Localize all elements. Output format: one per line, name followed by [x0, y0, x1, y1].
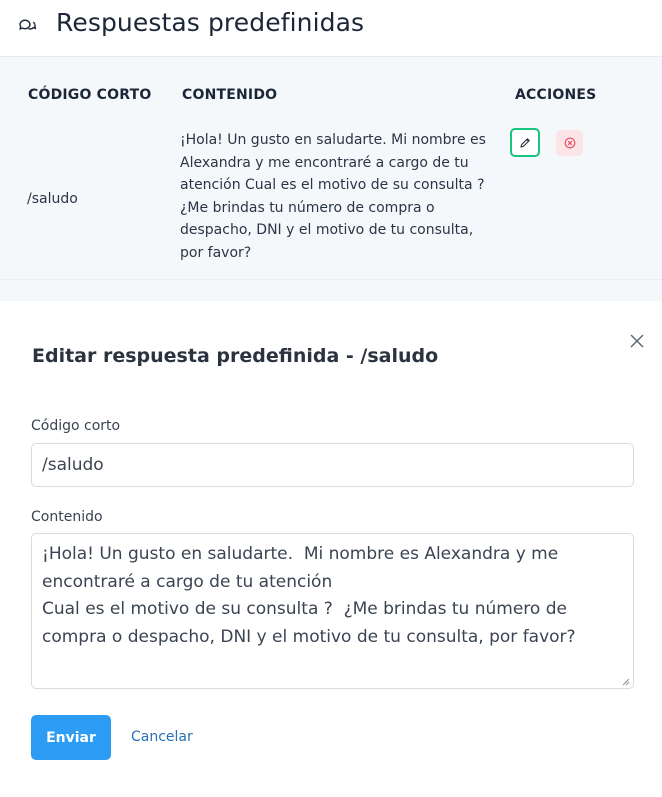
code-input[interactable]: [31, 443, 634, 487]
column-header-code: CÓDIGO CORTO: [28, 87, 152, 103]
column-header-content: CONTENIDO: [182, 87, 278, 103]
content-textarea[interactable]: ¡Hola! Un gusto en saludarte. Mi nombre …: [31, 533, 634, 689]
modal-title: Editar respuesta predefinida - /saludo: [32, 345, 439, 367]
resize-grip-icon[interactable]: [620, 676, 630, 686]
content-line: Alexandra y me encontraré a cargo de tu: [180, 154, 469, 171]
page-header: Respuestas predefinidas: [0, 0, 662, 57]
x-circle-icon: [564, 137, 575, 149]
row-content-cell: ¡Hola! Un gusto en saludarte. Mi nombre …: [180, 129, 500, 264]
code-label: Código corto: [31, 418, 121, 434]
content-label: Contenido: [31, 509, 103, 525]
close-icon[interactable]: [628, 332, 646, 350]
edit-modal: Editar respuesta predefinida - /saludo C…: [0, 301, 662, 797]
content-line: atención Cual es el motivo de su consult…: [180, 177, 485, 193]
row-divider: [0, 279, 662, 280]
delete-button[interactable]: [556, 130, 583, 156]
edit-button[interactable]: [510, 128, 540, 157]
content-line: por favor?: [180, 244, 252, 261]
column-header-actions: ACCIONES: [515, 87, 597, 103]
content-line: despacho, DNI y el motivo de tu consulta…: [180, 222, 474, 238]
submit-button[interactable]: Enviar: [31, 715, 111, 760]
responses-table: CÓDIGO CORTO CONTENIDO ACCIONES /saludo …: [0, 57, 662, 301]
content-line: ¿Me brindas tu número de compra o: [180, 199, 435, 216]
row-code-cell: /saludo: [27, 191, 78, 207]
content-line: ¡Hola! Un gusto en saludarte. Mi nombre …: [180, 132, 486, 148]
page-title: Respuestas predefinidas: [56, 8, 365, 37]
pencil-icon: [520, 137, 530, 148]
cancel-link[interactable]: Cancelar: [131, 729, 193, 745]
chat-bubbles-icon: [19, 19, 37, 30]
